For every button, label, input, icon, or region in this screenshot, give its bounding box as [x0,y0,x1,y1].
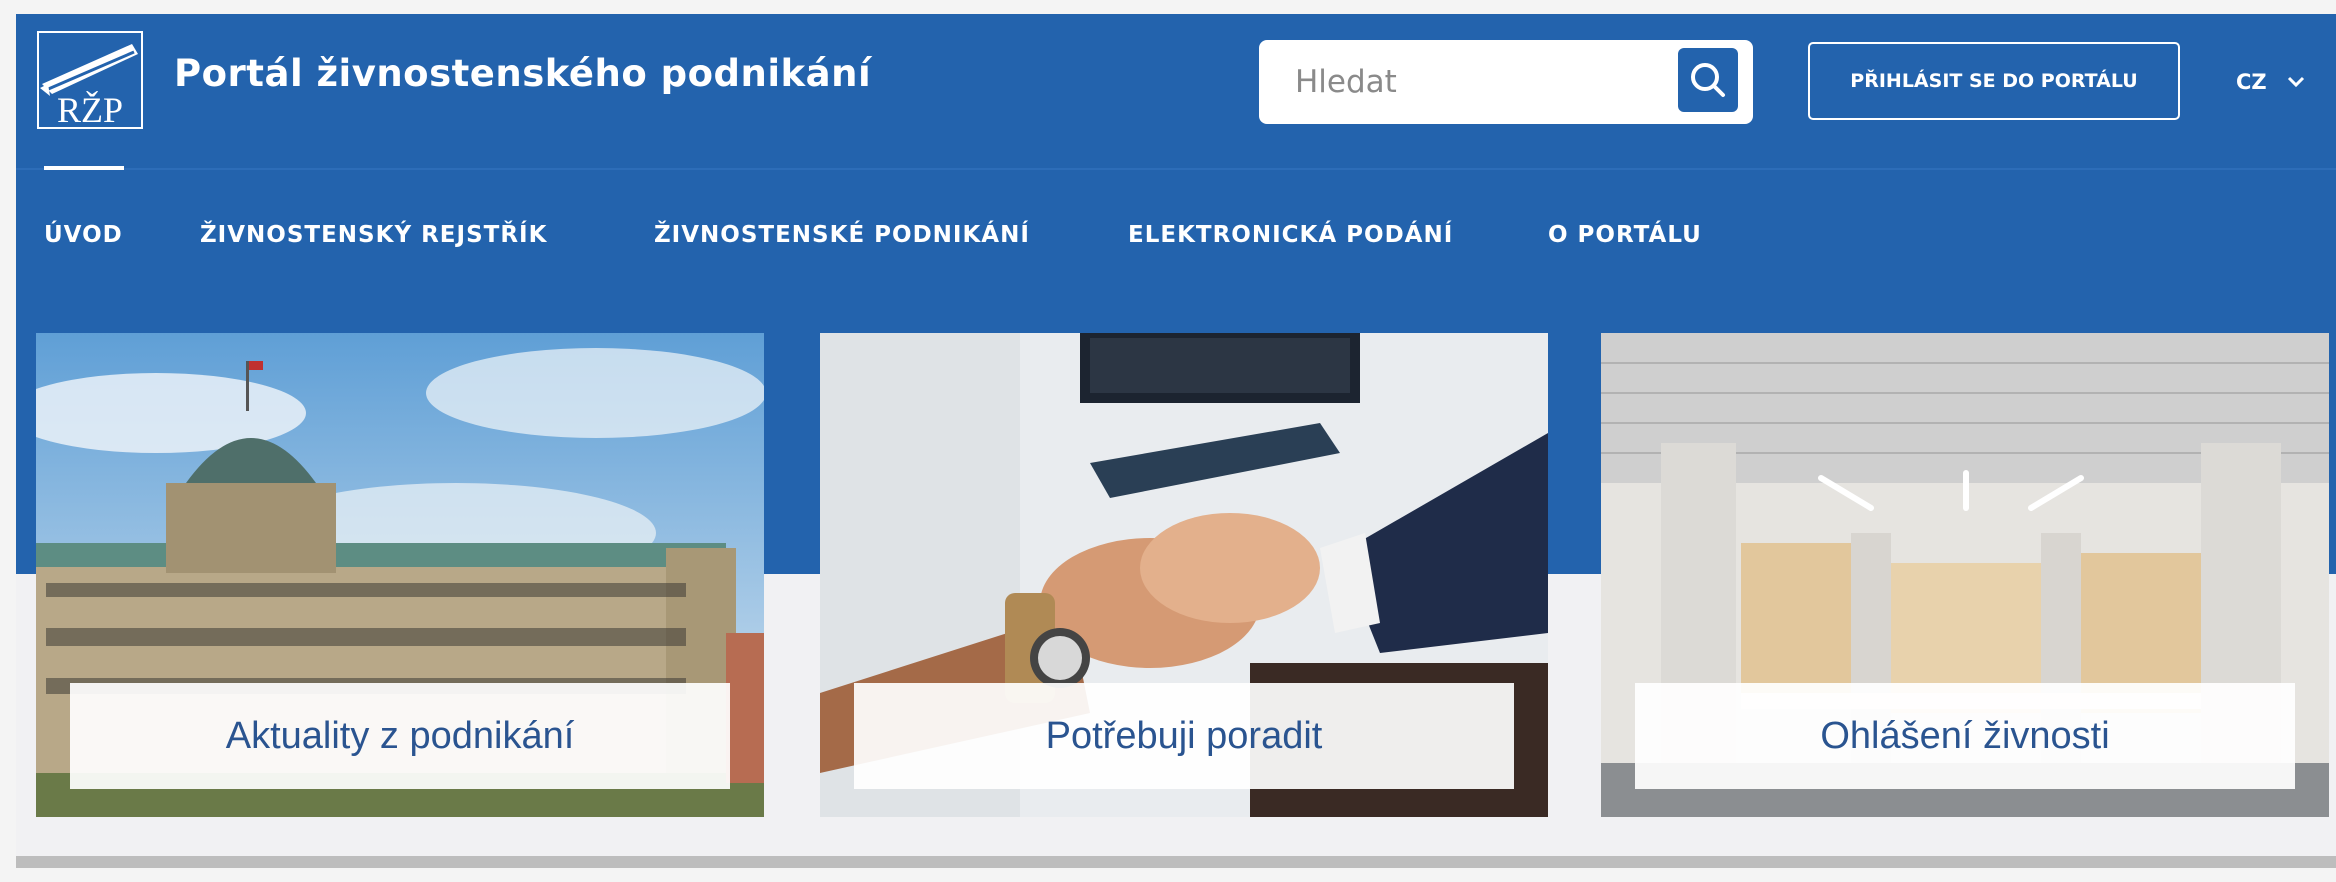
card-ohlaseni[interactable]: Ohlášení živnosti [1601,333,2329,817]
card-poradit-label: Potřebuji poradit [854,683,1514,789]
nav-item-elektronicka-podani[interactable]: ELEKTRONICKÁ PODÁNÍ [1128,222,1453,248]
card-aktuality-label: Aktuality z podnikání [70,683,730,789]
header-divider [16,168,2336,170]
site-title[interactable]: Portál živnostenského podnikání [174,52,871,95]
logo-text: RŽP [57,90,123,130]
chevron-down-icon [2287,76,2304,88]
search-button[interactable] [1678,48,1738,112]
card-poradit[interactable]: Potřebuji poradit [820,333,1548,817]
search-input[interactable] [1259,40,1659,124]
rzp-logo[interactable]: RŽP [34,30,148,130]
card-aktuality[interactable]: Aktuality z podnikání [36,333,764,817]
language-label: CZ [2236,70,2267,94]
nav-active-indicator [44,166,124,170]
nav-item-o-portalu[interactable]: O PORTÁLU [1548,222,1702,248]
nav-item-zivnostensky-rejstrik[interactable]: ŽIVNOSTENSKÝ REJSTŘÍK [200,222,547,248]
search-box [1259,40,1753,124]
card-ohlaseni-label: Ohlášení živnosti [1635,683,2295,789]
main-navigation [16,170,2336,334]
search-icon [1691,63,1725,97]
language-selector[interactable]: CZ [2236,64,2305,100]
nav-item-uvod[interactable]: ÚVOD [44,222,123,248]
logo-icon: RŽP [37,31,143,130]
nav-item-zivnostenske-podnikani[interactable]: ŽIVNOSTENSKÉ PODNIKÁNÍ [654,222,1030,248]
bottom-shadow-bar [16,856,2336,868]
login-button[interactable]: PŘIHLÁSIT SE DO PORTÁLU [1808,42,2180,120]
